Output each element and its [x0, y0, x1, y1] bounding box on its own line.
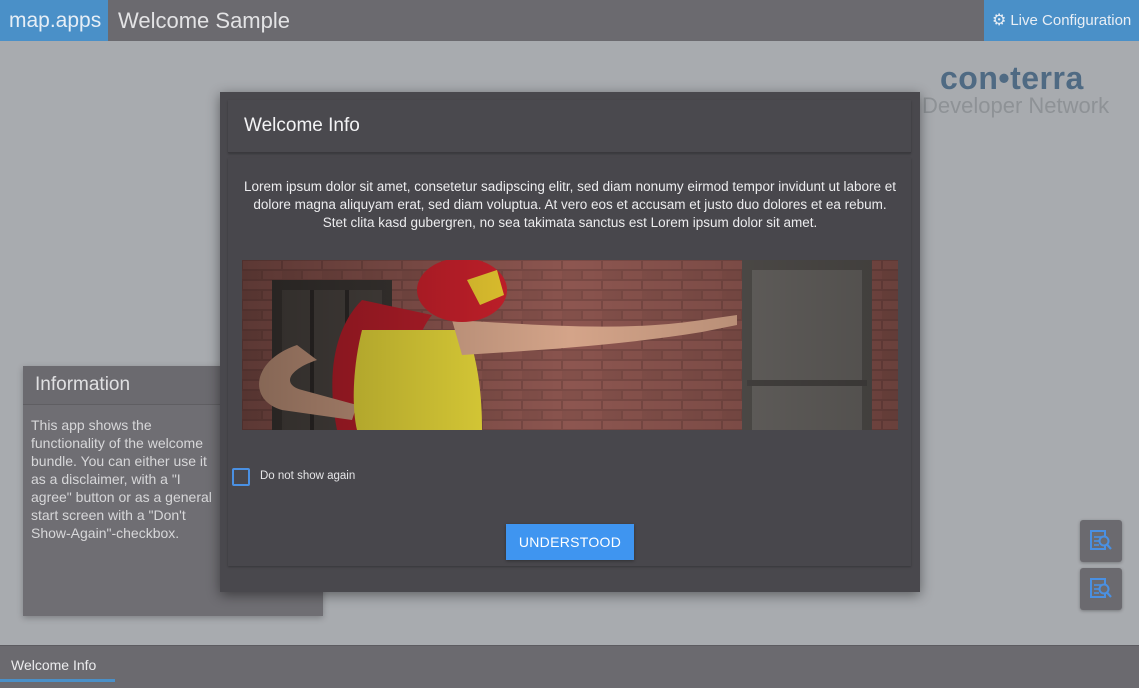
dialog-body: Lorem ipsum dolor sit amet, consetetur s…	[228, 158, 911, 566]
superhero-child-image	[242, 260, 898, 430]
document-search-icon	[1090, 578, 1112, 598]
welcome-dialog: Welcome Info Lorem ipsum dolor sit amet,…	[220, 92, 920, 592]
logo-line-1: con•terra	[940, 60, 1084, 96]
top-bar: map.apps Welcome Sample ⚙ Live Configurat…	[0, 0, 1139, 41]
side-tool-button-2[interactable]	[1080, 568, 1122, 610]
live-configuration-label: Live Configuration	[1010, 12, 1132, 29]
information-panel-text: This app shows the functionality of the …	[31, 417, 212, 541]
tab-welcome-info[interactable]: Welcome Info	[0, 646, 115, 682]
document-search-icon	[1090, 530, 1112, 550]
dialog-header: Welcome Info	[228, 100, 911, 153]
understood-button[interactable]: UNDERSTOOD	[506, 524, 634, 560]
do-not-show-again-checkbox[interactable]	[232, 468, 250, 486]
live-configuration-button[interactable]: ⚙ Live Configuration	[984, 0, 1139, 41]
conterra-logo: con•terra Developer Network	[922, 60, 1122, 119]
logo-line-2: Developer Network	[922, 93, 1110, 118]
dialog-text: Lorem ipsum dolor sit amet, consetetur s…	[243, 179, 897, 230]
gear-icon: ⚙	[992, 12, 1007, 29]
app-title: Welcome Sample	[118, 8, 290, 33]
side-tool-button-1[interactable]	[1080, 520, 1122, 562]
bottom-bar: Welcome Info	[0, 645, 1139, 688]
brand-label[interactable]: map.apps	[0, 0, 108, 41]
do-not-show-again-label: Do not show again	[260, 470, 356, 482]
dialog-title: Welcome Info	[244, 115, 360, 136]
